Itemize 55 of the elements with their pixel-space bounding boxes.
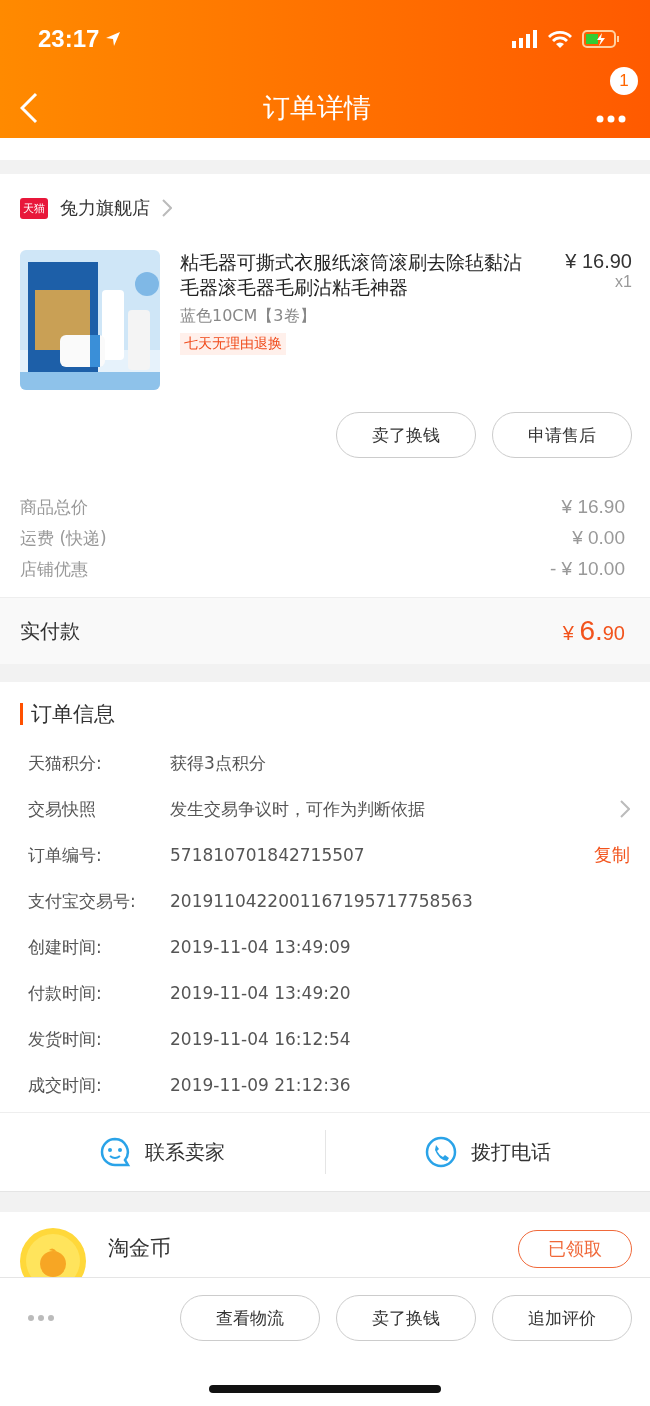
contact-button[interactable]: 联系卖家 xyxy=(0,1113,325,1191)
notification-badge: 1 xyxy=(610,67,638,95)
product-variant: 蓝色10CM【3卷】 xyxy=(180,306,317,327)
info-value: 获得3点积分 xyxy=(170,751,267,775)
product-price: ¥ 16.90 xyxy=(565,250,632,273)
chevron-right-icon[interactable] xyxy=(620,800,630,818)
price-value: ¥ 0.00 xyxy=(572,527,625,550)
more-icon[interactable] xyxy=(596,115,626,123)
return-policy-tag: 七天无理由退换 xyxy=(180,333,286,355)
action-button[interactable]: 卖了换钱 xyxy=(336,412,476,458)
contact-button[interactable]: 拨打电话 xyxy=(325,1113,650,1191)
price-value: ¥ 16.90 xyxy=(561,496,625,519)
info-label: 交易快照 xyxy=(28,797,97,821)
chevron-right-icon[interactable] xyxy=(162,199,172,217)
price-value: - ¥ 10.00 xyxy=(550,558,625,581)
info-value: 发生交易争议时，可作为判断依据 xyxy=(170,797,426,821)
price-label: 店铺优惠 xyxy=(20,558,88,581)
info-label: 创建时间: xyxy=(28,935,103,959)
back-icon[interactable] xyxy=(20,92,38,124)
store-name[interactable]: 兔力旗舰店 xyxy=(60,196,150,220)
wifi-icon xyxy=(548,30,572,48)
info-label: 发货时间: xyxy=(28,1027,103,1051)
info-label: 付款时间: xyxy=(28,981,103,1005)
store-badge: 天猫 xyxy=(20,197,48,219)
info-value: 2019-11-04 13:49:20 xyxy=(170,983,352,1003)
chat-icon xyxy=(99,1136,132,1168)
info-label: 天猫积分: xyxy=(28,751,103,775)
info-value: 2019-11-04 16:12:54 xyxy=(170,1029,352,1049)
info-label: 成交时间: xyxy=(28,1073,103,1097)
action-button[interactable]: 追加评价 xyxy=(492,1295,632,1341)
action-button[interactable]: 查看物流 xyxy=(180,1295,320,1341)
status-time: 23:17 xyxy=(38,25,100,53)
info-label: 订单编号: xyxy=(28,843,103,867)
total-amount: ¥ 6.90 xyxy=(562,615,625,647)
price-label: 商品总价 xyxy=(20,496,88,519)
more-icon[interactable] xyxy=(28,1315,54,1321)
coins-title: 淘金币 xyxy=(108,1235,172,1262)
action-button[interactable]: 申请售后 xyxy=(492,412,632,458)
info-value: 571810701842715507 xyxy=(170,845,366,865)
info-label: 支付宝交易号: xyxy=(28,889,137,913)
price-label: 运费 (快递) xyxy=(20,527,107,550)
info-value: 2019-11-04 13:49:09 xyxy=(170,937,352,957)
info-value: 2019-11-09 21:12:36 xyxy=(170,1075,352,1095)
total-label: 实付款 xyxy=(20,617,80,645)
section-title: 订单信息 xyxy=(31,701,115,728)
page-title: 订单详情 xyxy=(263,91,371,125)
product-quantity: x1 xyxy=(615,273,632,291)
location-icon xyxy=(105,31,122,47)
battery-icon xyxy=(582,29,620,49)
signal-icon xyxy=(512,30,538,48)
action-button[interactable]: 卖了换钱 xyxy=(336,1295,476,1341)
product-title[interactable]: 粘毛器可撕式衣服纸滚筒滚刷去除毡黏沾毛器滚毛器毛刷沾粘毛神器 xyxy=(180,250,536,300)
copy-button[interactable]: 复制 xyxy=(594,843,630,867)
info-value: 2019110422001167195717758563 xyxy=(170,891,474,911)
phone-icon xyxy=(424,1136,457,1168)
